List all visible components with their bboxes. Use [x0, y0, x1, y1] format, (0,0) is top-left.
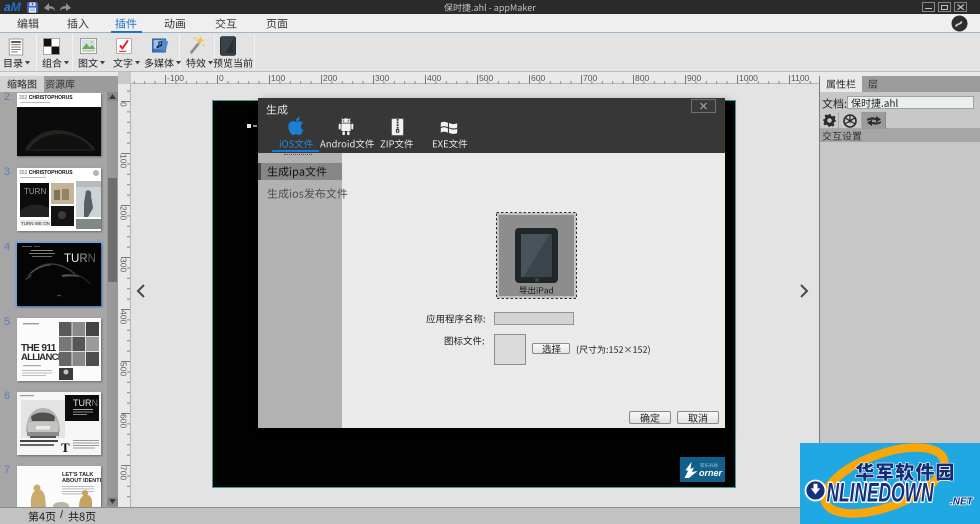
svg-text:TURN: TURN — [73, 398, 98, 408]
svg-text:.NET: .NET — [950, 497, 974, 508]
svg-text:TURN: TURN — [24, 187, 46, 196]
svg-text:TURN WE ON: TURN WE ON — [21, 221, 50, 226]
svg-text:NLINEDOWN: NLINEDOWN — [827, 478, 935, 508]
svg-text:ABOUT IDENTITY: ABOUT IDENTITY — [62, 478, 101, 484]
svg-text:T: T — [61, 440, 70, 455]
svg-text:ALLIANCE: ALLIANCE — [21, 352, 64, 363]
svg-text:TURN: TURN — [64, 253, 96, 265]
